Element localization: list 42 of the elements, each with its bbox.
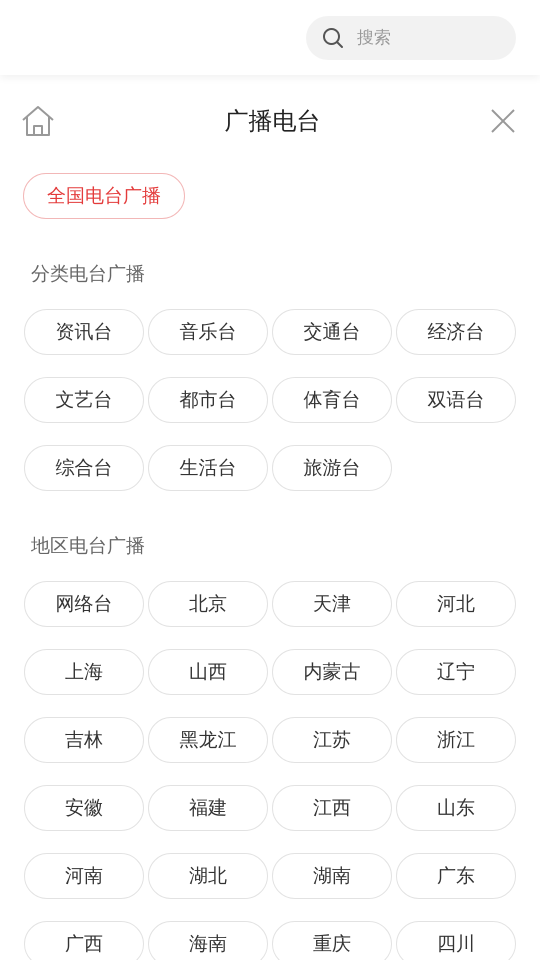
category-chip[interactable]: 河北 — [396, 581, 516, 627]
category-chip[interactable]: 天津 — [272, 581, 392, 627]
category-chip[interactable]: 旅游台 — [272, 445, 392, 491]
category-chip[interactable]: 河南 — [24, 853, 144, 899]
category-chip[interactable]: 辽宁 — [396, 649, 516, 695]
category-chip[interactable]: 广东 — [396, 853, 516, 899]
category-chip[interactable]: 江苏 — [272, 717, 392, 763]
category-chip[interactable]: 山东 — [396, 785, 516, 831]
category-chip[interactable]: 内蒙古 — [272, 649, 392, 695]
page-title: 广播电台 — [224, 106, 320, 137]
category-chip[interactable]: 音乐台 — [148, 309, 268, 355]
category-chip[interactable]: 四川 — [396, 921, 516, 960]
category-chip[interactable]: 资讯台 — [24, 309, 144, 355]
category-chip[interactable]: 广西 — [24, 921, 144, 960]
category-chip[interactable]: 交通台 — [272, 309, 392, 355]
close-icon[interactable] — [490, 108, 516, 134]
category-chip[interactable]: 经济台 — [396, 309, 516, 355]
category-chip[interactable]: 都市台 — [148, 377, 268, 423]
category-chip[interactable]: 湖北 — [148, 853, 268, 899]
category-chip[interactable]: 海南 — [148, 921, 268, 960]
category-chip[interactable]: 上海 — [24, 649, 144, 695]
category-chip[interactable]: 吉林 — [24, 717, 144, 763]
category-chip[interactable]: 江西 — [272, 785, 392, 831]
section-title: 分类电台广播 — [30, 262, 146, 287]
category-chip[interactable]: 体育台 — [272, 377, 392, 423]
category-chip[interactable]: 双语台 — [396, 377, 516, 423]
category-chip[interactable]: 湖南 — [272, 853, 392, 899]
category-chip[interactable]: 生活台 — [148, 445, 268, 491]
category-chip[interactable]: 安徽 — [24, 785, 144, 831]
home-icon[interactable] — [21, 105, 55, 137]
category-chip[interactable]: 山西 — [148, 649, 268, 695]
category-chip[interactable]: 重庆 — [272, 921, 392, 960]
category-chip[interactable]: 文艺台 — [24, 377, 144, 423]
category-chip[interactable]: 网络台 — [24, 581, 144, 627]
national-radio-button[interactable]: 全国电台广播 — [23, 173, 185, 219]
category-chip[interactable]: 北京 — [148, 581, 268, 627]
category-chip[interactable]: 黑龙江 — [148, 717, 268, 763]
category-chip[interactable]: 综合台 — [24, 445, 144, 491]
category-chip[interactable]: 浙江 — [396, 717, 516, 763]
category-chip[interactable]: 福建 — [148, 785, 268, 831]
section-title: 地区电台广播 — [30, 534, 146, 559]
search-field[interactable]: 搜索 — [306, 16, 516, 60]
